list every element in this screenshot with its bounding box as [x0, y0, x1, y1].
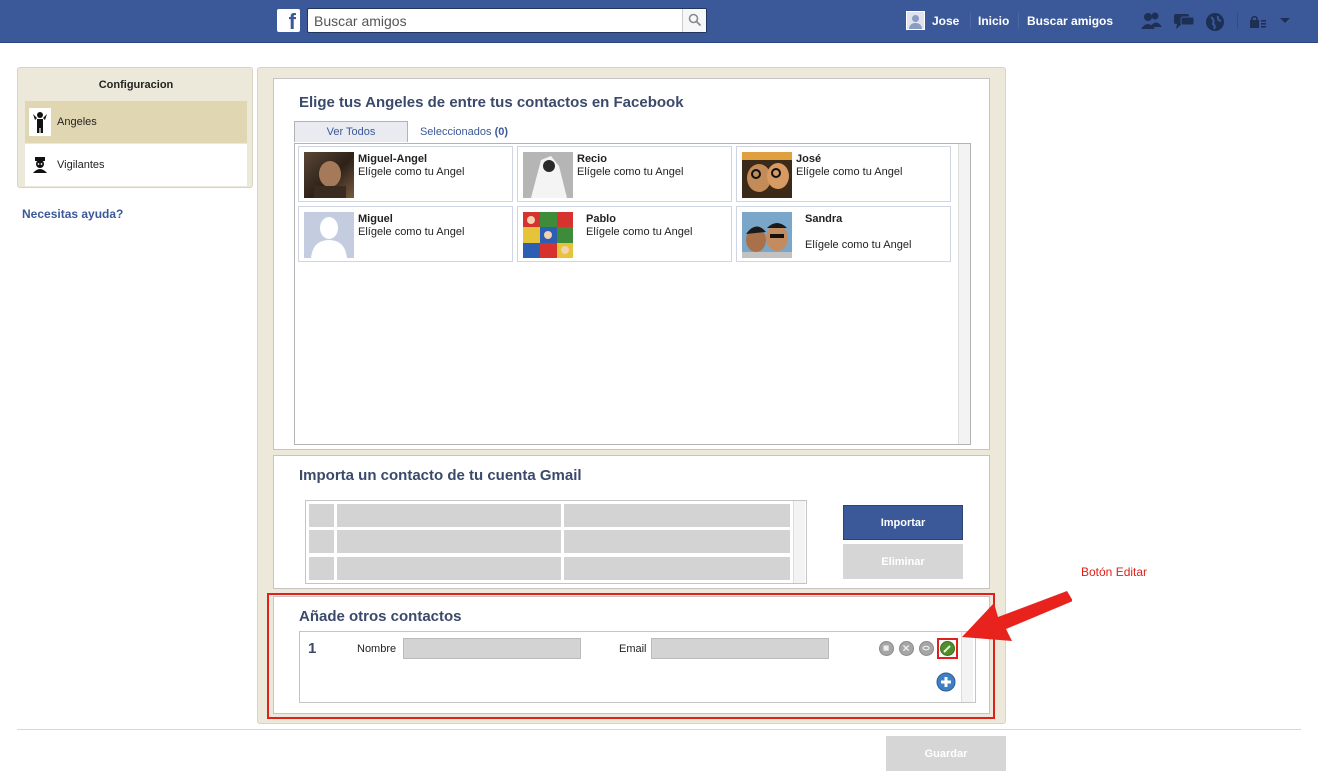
table-cell[interactable] — [564, 530, 790, 553]
friend-name: Pablo — [586, 213, 616, 225]
friend-photo — [304, 212, 354, 258]
table-cell[interactable] — [337, 530, 561, 553]
table-cell[interactable] — [337, 557, 561, 580]
profile-link[interactable]: Jose — [906, 11, 959, 30]
tab-label: Seleccionados — [419, 125, 492, 138]
footer-divider — [17, 729, 1301, 730]
sidebar-item-label: Vigilantes — [57, 159, 105, 171]
messages-icon[interactable] — [1172, 11, 1196, 31]
selected-count: (0) — [494, 125, 509, 138]
friend-card[interactable]: Recio Elígele como tu Angel — [517, 146, 732, 202]
friend-card[interactable]: José Elígele como tu Angel — [736, 146, 951, 202]
friend-name: Sandra — [805, 213, 843, 225]
chevron-down-icon[interactable] — [1279, 17, 1291, 25]
profile-name: Jose — [932, 13, 960, 28]
search-button[interactable] — [682, 9, 706, 32]
choose-as-angel-link[interactable]: Elígele como tu Angel — [577, 166, 683, 178]
search-icon — [688, 13, 702, 27]
friend-card[interactable]: Miguel-Angel Elígele como tu Angel — [298, 146, 513, 202]
table-cell[interactable] — [564, 557, 790, 580]
divider — [970, 12, 971, 29]
sidebar-item-label: Angeles — [57, 116, 97, 128]
home-link[interactable]: Inicio — [978, 14, 1009, 28]
top-navigation-bar: f Jose Inicio Buscar amigos — [0, 0, 1318, 43]
friend-card[interactable]: Sandra Elígele como tu Angel — [736, 206, 951, 262]
annotation-arrow-icon — [962, 591, 1072, 641]
sidebar-item-vigilantes[interactable]: Vigilantes — [25, 144, 247, 186]
friend-name: Recio — [577, 153, 607, 165]
choose-as-angel-link[interactable]: Elígele como tu Angel — [805, 239, 911, 251]
table-cell[interactable] — [309, 530, 334, 553]
sidebar-item-angeles[interactable]: Angeles — [25, 101, 247, 143]
gmail-contacts-table — [305, 500, 807, 584]
import-button[interactable]: Importar — [843, 505, 963, 540]
watchman-icon — [29, 151, 51, 179]
privacy-lock-icon[interactable] — [1248, 14, 1268, 30]
save-button[interactable]: Guardar — [886, 736, 1006, 771]
choose-as-angel-link[interactable]: Elígele como tu Angel — [796, 166, 902, 178]
tab-ver-todos[interactable]: Ver Todos — [294, 121, 408, 142]
annotation-label: Botón Editar — [1081, 565, 1148, 579]
angels-section-title: Elige tus Angeles de entre tus contactos… — [299, 94, 684, 111]
friend-name: Miguel — [358, 213, 393, 225]
friend-photo — [742, 212, 792, 258]
friend-card[interactable]: Miguel Elígele como tu Angel — [298, 206, 513, 262]
table-cell[interactable] — [309, 557, 334, 580]
table-cell[interactable] — [337, 504, 561, 527]
notifications-globe-icon[interactable] — [1204, 11, 1226, 33]
friend-name: Miguel-Angel — [358, 153, 428, 165]
annotation-highlight-box — [267, 593, 995, 719]
friend-photo — [523, 212, 573, 258]
help-link[interactable]: Necesitas ayuda? — [22, 207, 123, 221]
search-input[interactable] — [308, 9, 678, 32]
find-friends-link[interactable]: Buscar amigos — [1027, 14, 1113, 28]
friend-name: José — [796, 153, 822, 165]
table-cell[interactable] — [309, 504, 334, 527]
scrollbar[interactable] — [793, 501, 805, 583]
friend-requests-icon[interactable] — [1140, 11, 1164, 31]
friend-photo — [304, 152, 354, 198]
facebook-logo-icon[interactable]: f — [277, 9, 300, 32]
search-box — [307, 8, 707, 33]
choose-as-angel-link[interactable]: Elígele como tu Angel — [358, 166, 464, 178]
tab-seleccionados[interactable]: Seleccionados (0) — [412, 121, 516, 142]
table-cell[interactable] — [564, 504, 790, 527]
choose-as-angel-link[interactable]: Elígele como tu Angel — [586, 226, 692, 238]
divider — [1018, 12, 1019, 29]
friend-photo — [742, 152, 792, 198]
friend-photo — [523, 152, 573, 198]
avatar — [906, 11, 925, 30]
sidebar-title: Configuracion — [98, 79, 174, 91]
angel-icon — [29, 108, 51, 136]
delete-button[interactable]: Eliminar — [843, 544, 963, 579]
gmail-section-title: Importa un contacto de tu cuenta Gmail — [299, 467, 582, 484]
scrollbar[interactable] — [958, 144, 970, 444]
choose-as-angel-link[interactable]: Elígele como tu Angel — [358, 226, 464, 238]
friend-card[interactable]: Pablo Elígele como tu Angel — [517, 206, 732, 262]
settings-sidebar: Configuracion Angeles Vigilantes — [17, 67, 253, 188]
divider — [1237, 12, 1238, 29]
